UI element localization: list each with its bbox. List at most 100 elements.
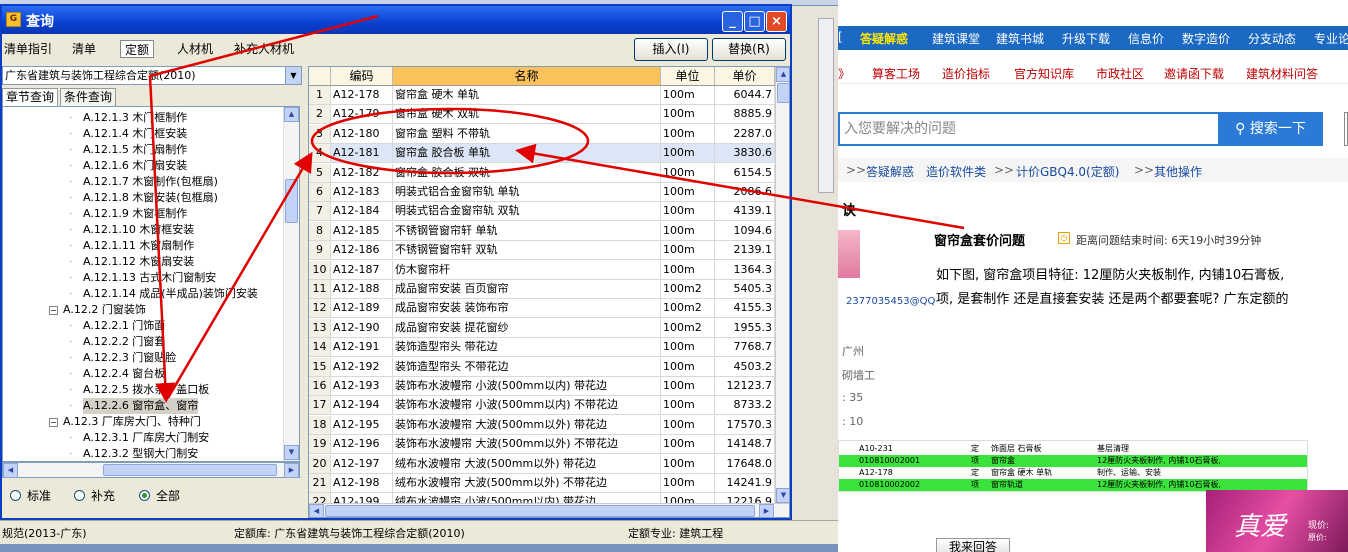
tree-node[interactable]: · A.12.1.8 木窗安装(包框扇) (3, 190, 283, 206)
tree-node[interactable]: · A.12.1.12 木窗扇安装 (3, 254, 283, 270)
grid-horizontal-scrollbar[interactable]: ◀ ▶ (309, 503, 789, 517)
tree-node[interactable]: · A.12.1.14 成品(半成品)装饰门安装 (3, 286, 283, 302)
search-button[interactable]: ⚲ 搜索一下 (1218, 112, 1323, 146)
table-row[interactable]: 20 A12-197 绒布水波幔帘 大波(500mm以外) 带花边 100m 17648… (309, 454, 777, 474)
nav-item-qa[interactable]: 答疑解惑 (860, 30, 908, 47)
nav-item-price-info[interactable]: 信息价 (1128, 30, 1164, 47)
background-scrollbar[interactable] (818, 18, 834, 193)
scroll-right-icon[interactable]: ▶ (284, 463, 299, 478)
minimize-icon[interactable]: _ (722, 11, 743, 32)
tree-node[interactable]: − A.12.2 门窗装饰 (3, 302, 283, 318)
tree-node[interactable]: · A.12.3.2 型钢大门制安 (3, 446, 283, 461)
tab-condition-query[interactable]: 条件查询 (60, 88, 117, 106)
table-row[interactable]: 3 A12-180 窗帘盒 塑料 不带轨 100m 2287.0 (309, 124, 777, 144)
tree-node[interactable]: · A.12.1.3 木门框制作 (3, 110, 283, 126)
tree-node[interactable]: · A.12.1.6 木门扇安装 (3, 158, 283, 174)
nav2-item-invitation[interactable]: 邀请函下载 (1164, 65, 1224, 82)
nav-item-branch-news[interactable]: 分支动态 (1248, 30, 1296, 47)
collapse-icon[interactable]: − (49, 306, 58, 315)
nav-item-forum[interactable]: 专业论 (1314, 30, 1348, 47)
scroll-thumb[interactable] (285, 179, 298, 223)
quota-library-select[interactable]: 广东省建筑与装饰工程综合定额(2010) ▼ (2, 66, 302, 85)
user-qq[interactable]: 2377035453@QQ (846, 296, 935, 307)
nav2-item-cost-index[interactable]: 造价指标 (942, 65, 990, 82)
table-row[interactable]: 5 A12-182 窗帘盒 胶合板 双轨 100m 6154.5 (309, 163, 777, 183)
tab-quota[interactable]: 定额 (120, 40, 155, 58)
maximize-icon[interactable]: □ (744, 11, 765, 32)
scroll-left-icon[interactable]: ◀ (309, 504, 324, 517)
table-row[interactable]: 13 A12-190 成品窗帘安装 提花窗纱 100m2 1955.3 (309, 318, 777, 338)
tree-node[interactable]: · A.12.1.13 古式木门窗制安 (3, 270, 283, 286)
scroll-up-icon[interactable]: ▲ (776, 67, 789, 82)
nav2-item-suanke[interactable]: 算客工场 (872, 65, 920, 82)
table-row[interactable]: 1 A12-178 窗帘盒 硬木 单轨 100m 6044.7 (309, 86, 777, 105)
table-row[interactable]: 8 A12-185 不锈钢管窗帘轩 单轨 100m 1094.6 (309, 221, 777, 241)
scroll-down-icon[interactable]: ▼ (284, 445, 299, 460)
tab-chapter-query[interactable]: 章节查询 (2, 88, 59, 106)
grid-header-price[interactable]: 单价 (715, 67, 775, 85)
scroll-down-icon[interactable]: ▼ (776, 488, 789, 503)
table-row[interactable]: 16 A12-193 装饰布水波幔帘 小波(500mm以内) 带花边 100m 1212… (309, 377, 777, 396)
tree-node[interactable]: − A.12.3 厂库房大门、特种门 (3, 414, 283, 430)
scroll-left-icon[interactable]: ◀ (3, 463, 18, 478)
tab-bill[interactable]: 清单 (72, 40, 96, 58)
nav-item-classroom[interactable]: 建筑课堂 (932, 30, 980, 47)
quota-grid[interactable]: 编码 名称 单位 单价 1 A12-178 窗帘盒 硬木 单轨 100m 6044.7 2… (308, 66, 790, 518)
table-row[interactable]: 7 A12-184 明装式铝合金窗帘轨 双轨 100m 4139.1 (309, 202, 777, 222)
table-row[interactable]: 2 A12-179 窗帘盒 硬木 双轨 100m 8885.9 (309, 105, 777, 125)
table-row[interactable]: 6 A12-183 明装式铝合金窗帘轨 单轨 100m 2086.6 (309, 183, 777, 202)
table-row[interactable]: 18 A12-195 装饰布水波幔帘 大波(500mm以外) 带花边 100m 1757… (309, 415, 777, 435)
grid-header-name[interactable]: 名称 (393, 67, 661, 85)
dialog-titlebar[interactable]: G 查询 _ □ × (2, 6, 790, 34)
chapter-tree[interactable]: · A.12.1.3 木门框制作 · A.12.1.4 木门框安装 · A.12.1.5 … (2, 106, 300, 462)
tree-node[interactable]: · A.12.1.9 木窗框制作 (3, 206, 283, 222)
scroll-thumb[interactable] (325, 505, 755, 517)
close-icon[interactable]: × (766, 11, 787, 32)
table-row[interactable]: 10 A12-187 仿木窗帘杆 100m 1364.3 (309, 260, 777, 280)
table-row[interactable]: 17 A12-194 装饰布水波幔帘 小波(500mm以内) 不带花边 100m 873… (309, 396, 777, 416)
collapse-icon[interactable]: − (49, 418, 58, 427)
grid-vertical-scrollbar[interactable]: ▲ ▼ (775, 67, 789, 503)
breadcrumb-item-software[interactable]: 造价软件类 (926, 163, 986, 180)
table-row[interactable]: 9 A12-186 不锈钢管窗帘轩 双轨 100m 2139.1 (309, 241, 777, 261)
grid-header-code[interactable]: 编码 (331, 67, 393, 85)
tree-node[interactable]: · A.12.2.3 门窗贴脸 (3, 350, 283, 366)
nav-item-digital-cost[interactable]: 数字造价 (1182, 30, 1230, 47)
tree-horizontal-scrollbar[interactable]: ◀ ▶ (2, 462, 300, 478)
scroll-right-icon[interactable]: ▶ (759, 504, 774, 517)
insert-button[interactable]: 插入(I) (634, 38, 708, 61)
tree-node[interactable]: · A.12.1.5 木门扇制作 (3, 142, 283, 158)
table-row[interactable]: 19 A12-196 装饰布水波幔帘 大波(500mm以外) 不带花边 100m 141… (309, 435, 777, 455)
scroll-up-icon[interactable]: ▲ (284, 107, 299, 122)
tree-node[interactable]: · A.12.3.1 厂库房大门制安 (3, 430, 283, 446)
tab-bill-guide[interactable]: 清单指引 (4, 40, 52, 58)
tree-node[interactable]: · A.12.1.10 木窗框安装 (3, 222, 283, 238)
answer-button[interactable]: 我来回答 (936, 538, 1010, 552)
replace-button[interactable]: 替换(R) (712, 38, 786, 61)
scroll-thumb[interactable] (103, 464, 277, 476)
radio-all[interactable]: 全部 (139, 487, 180, 504)
radio-standard[interactable]: 标准 (10, 487, 51, 504)
tree-node[interactable]: · A.12.2.4 窗台板 (3, 366, 283, 382)
table-row[interactable]: 14 A12-191 装饰造型帘头 带花边 100m 7768.7 (309, 338, 777, 358)
tree-node[interactable]: · A.12.1.4 木门框安装 (3, 126, 283, 142)
breadcrumb-item-qa[interactable]: 答疑解惑 (866, 163, 914, 180)
tree-node[interactable]: · A.12.1.11 木窗扇制作 (3, 238, 283, 254)
nav-item-download[interactable]: 升级下载 (1062, 30, 1110, 47)
table-row[interactable]: 21 A12-198 绒布水波幔帘 大波(500mm以外) 不带花边 100m 1424… (309, 474, 777, 493)
tree-node[interactable]: · A.12.1.7 木窗制作(包框扇) (3, 174, 283, 190)
tab-materials[interactable]: 人材机 (177, 40, 213, 58)
table-row[interactable]: 4 A12-181 窗帘盒 胶合板 单轨 100m 3830.6 (309, 144, 777, 164)
nav2-item-knowledge[interactable]: 官方知识库 (1014, 65, 1074, 82)
tree-node[interactable]: · A.12.2.6 窗帘盒、窗帘 (3, 398, 283, 414)
breadcrumb-item-gbq[interactable]: 计价GBQ4.0(定额) (1016, 163, 1119, 180)
breadcrumb-item-other[interactable]: 其他操作 (1154, 163, 1202, 180)
tree-node[interactable]: · A.12.2.2 门窗套 (3, 334, 283, 350)
radio-supplement[interactable]: 补充 (74, 487, 115, 504)
table-row[interactable]: 12 A12-189 成品窗帘安装 装饰布帘 100m2 4155.3 (309, 299, 777, 319)
nav-item-bookstore[interactable]: 建筑书城 (996, 30, 1044, 47)
table-row[interactable]: 11 A12-188 成品窗帘安装 百页窗帘 100m2 5405.3 (309, 280, 777, 299)
grid-header-unit[interactable]: 单位 (661, 67, 715, 85)
ad-banner[interactable]: 真爱 现价: 原价: (1206, 490, 1348, 552)
tree-node[interactable]: · A.12.2.5 拨水条、盖口板 (3, 382, 283, 398)
